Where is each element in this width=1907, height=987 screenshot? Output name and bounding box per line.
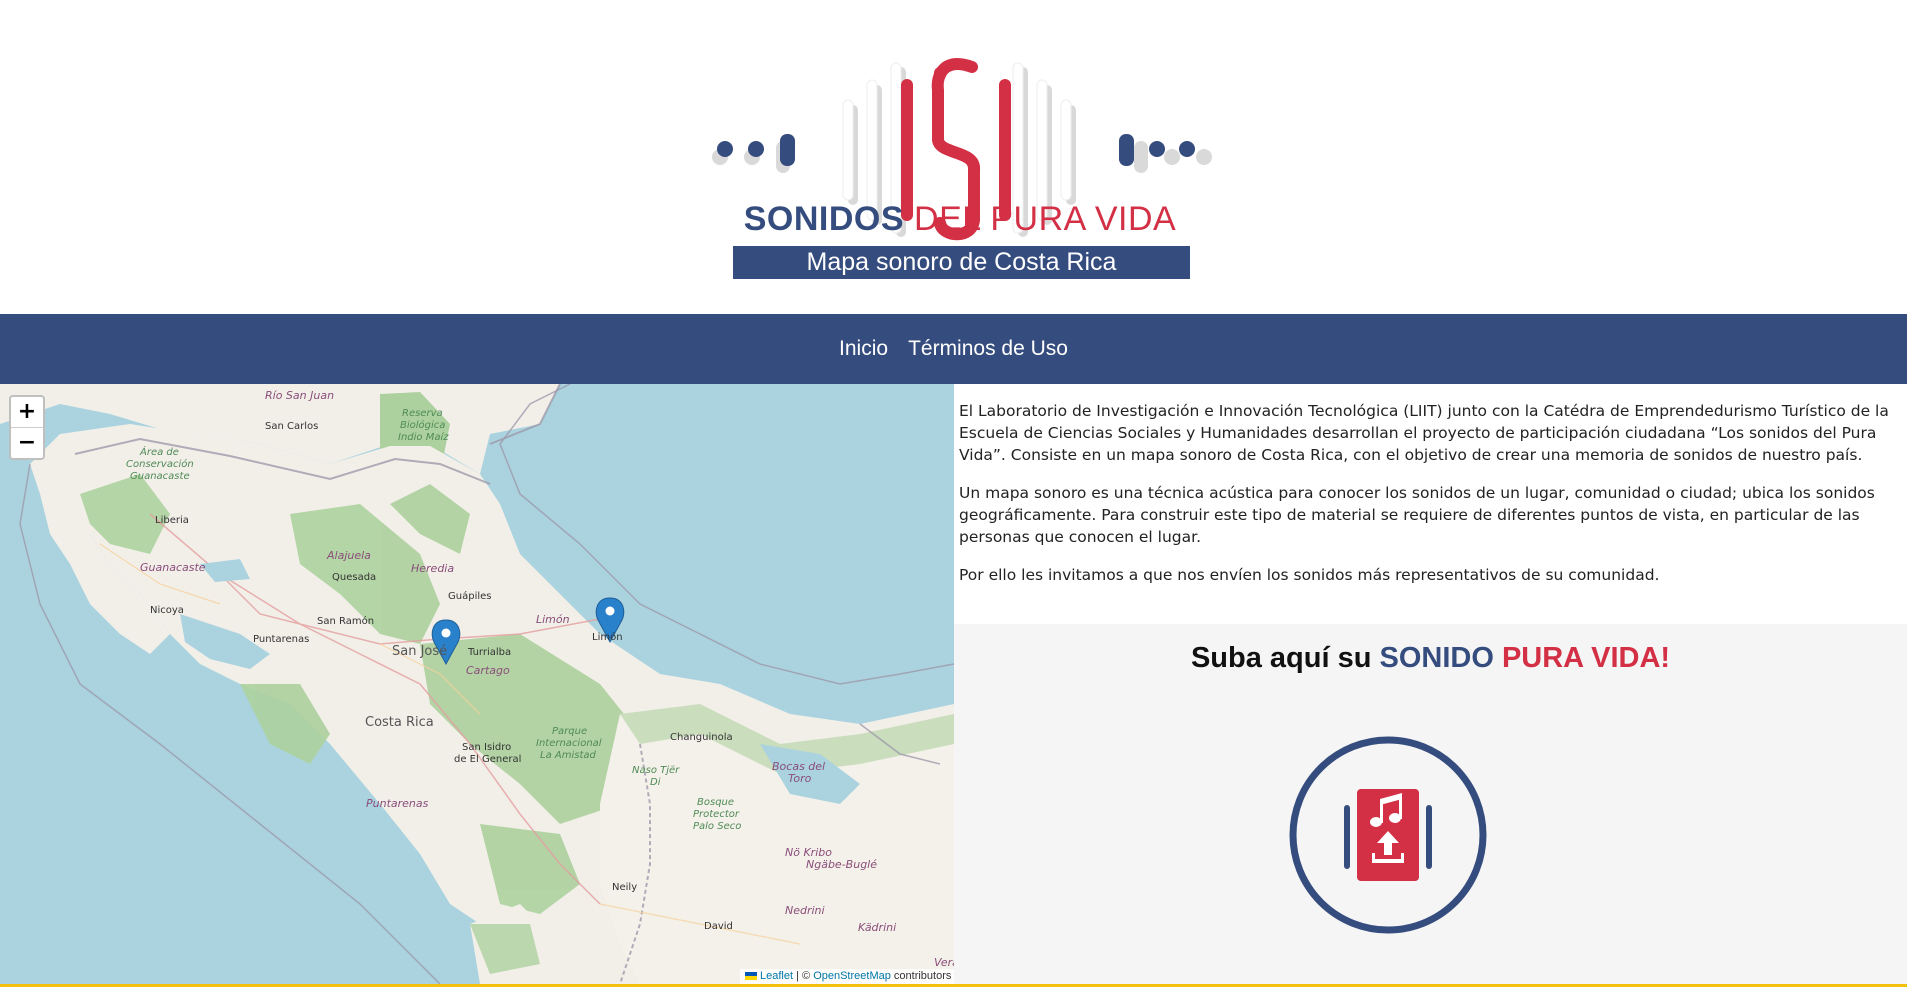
map-label: Cartago (466, 664, 510, 677)
map-label: Reserva (402, 408, 443, 419)
map-label: David (704, 921, 733, 932)
map-label: Toro (788, 772, 812, 785)
map-zoom-control: + − (9, 395, 45, 460)
map-label: Área de (140, 447, 179, 458)
map-attribution: Leaflet | © OpenStreetMap contributors (740, 969, 957, 984)
openstreetmap-link[interactable]: OpenStreetMap (813, 970, 891, 982)
music-upload-icon[interactable] (1288, 735, 1488, 935)
map-label: Guanacaste (130, 471, 190, 482)
header: SONIDOS DEL PURA VIDA Mapa sonoro de Cos… (0, 0, 1907, 314)
map-label: Bosque (697, 797, 735, 808)
map-label: Puntarenas (253, 634, 310, 645)
map-label: Guanacaste (140, 561, 206, 574)
map-label: Naso Tjër (632, 765, 680, 776)
map-label: Neily (612, 882, 638, 893)
map-label: Limón (536, 613, 570, 626)
map-label: Kädrini (858, 921, 897, 934)
attribution-separator: | © (796, 970, 811, 982)
brand-name: SONIDOS DEL PURA VIDA (730, 200, 1190, 239)
map-label: Heredia (411, 562, 455, 575)
map-label: San José (392, 644, 448, 659)
tagline: Mapa sonoro de Costa Rica (733, 246, 1190, 279)
map-label: Conservación (126, 459, 194, 470)
map-label: Di (650, 777, 661, 788)
upload-panel: Suba aquí su SONIDO PURA VIDA! (954, 624, 1907, 984)
map-label: Vera (934, 956, 954, 969)
map-label: Río San Juan (265, 389, 335, 402)
leaflet-link[interactable]: Leaflet (760, 970, 793, 982)
map-label: Liberia (155, 515, 189, 526)
zoom-in-button[interactable]: + (11, 397, 43, 428)
project-description: El Laboratorio de Investigación e Innova… (959, 400, 1899, 602)
main-nav: Inicio Términos de Uso (0, 314, 1907, 384)
nav-inicio[interactable]: Inicio (839, 337, 888, 361)
map-label: Nicoya (150, 605, 184, 616)
upload-title-puravida: PURA VIDA! (1501, 642, 1671, 674)
nav-terminos[interactable]: Términos de Uso (908, 337, 1068, 361)
description-paragraph-1: El Laboratorio de Investigación e Innova… (959, 402, 1889, 464)
map-label: Palo Seco (693, 821, 742, 832)
description-paragraph-2: Un mapa sonoro es una técnica acústica p… (959, 484, 1875, 546)
ukraine-flag-icon (745, 972, 757, 981)
map-label: Puntarenas (366, 797, 429, 810)
map-label: Internacional (536, 738, 602, 749)
map-label: Biológica (400, 420, 446, 431)
map-label: Protector (693, 809, 739, 820)
map-label: Costa Rica (365, 715, 434, 730)
upload-title-sonido: SONIDO (1379, 642, 1494, 674)
sound-map[interactable]: Río San Juan San Carlos Reserva Biológic… (0, 384, 954, 984)
zoom-out-button[interactable]: − (11, 428, 43, 458)
map-label: La Amistad (540, 750, 596, 761)
map-label: Indio Maíz (398, 432, 449, 443)
map-label: San Isidro (462, 742, 512, 753)
map-label: Quesada (332, 572, 377, 583)
map-label: San Carlos (265, 421, 319, 432)
map-label: de El General (454, 754, 522, 765)
map-label: Alajuela (327, 549, 371, 562)
map-label: Ngäbe-Buglé (806, 858, 877, 871)
map-label: Limón (592, 632, 623, 643)
map-label: Nedrini (785, 904, 825, 917)
brand-part1: SONIDOS (743, 200, 905, 238)
brand-part2: DEL PURA VIDA (914, 200, 1177, 238)
map-label: Turrialba (468, 647, 512, 658)
map-label: San Ramón (317, 616, 375, 627)
map-label: Parque (552, 726, 588, 737)
map-label: Guápiles (448, 591, 492, 602)
upload-title-prefix: Suba aquí su (1190, 642, 1372, 674)
attribution-contributors: contributors (893, 970, 952, 982)
description-paragraph-3: Por ello les invitamos a que nos envíen … (959, 566, 1660, 584)
map-label: Changuinola (670, 732, 733, 743)
upload-title: Suba aquí su SONIDO PURA VIDA! (954, 642, 1907, 675)
